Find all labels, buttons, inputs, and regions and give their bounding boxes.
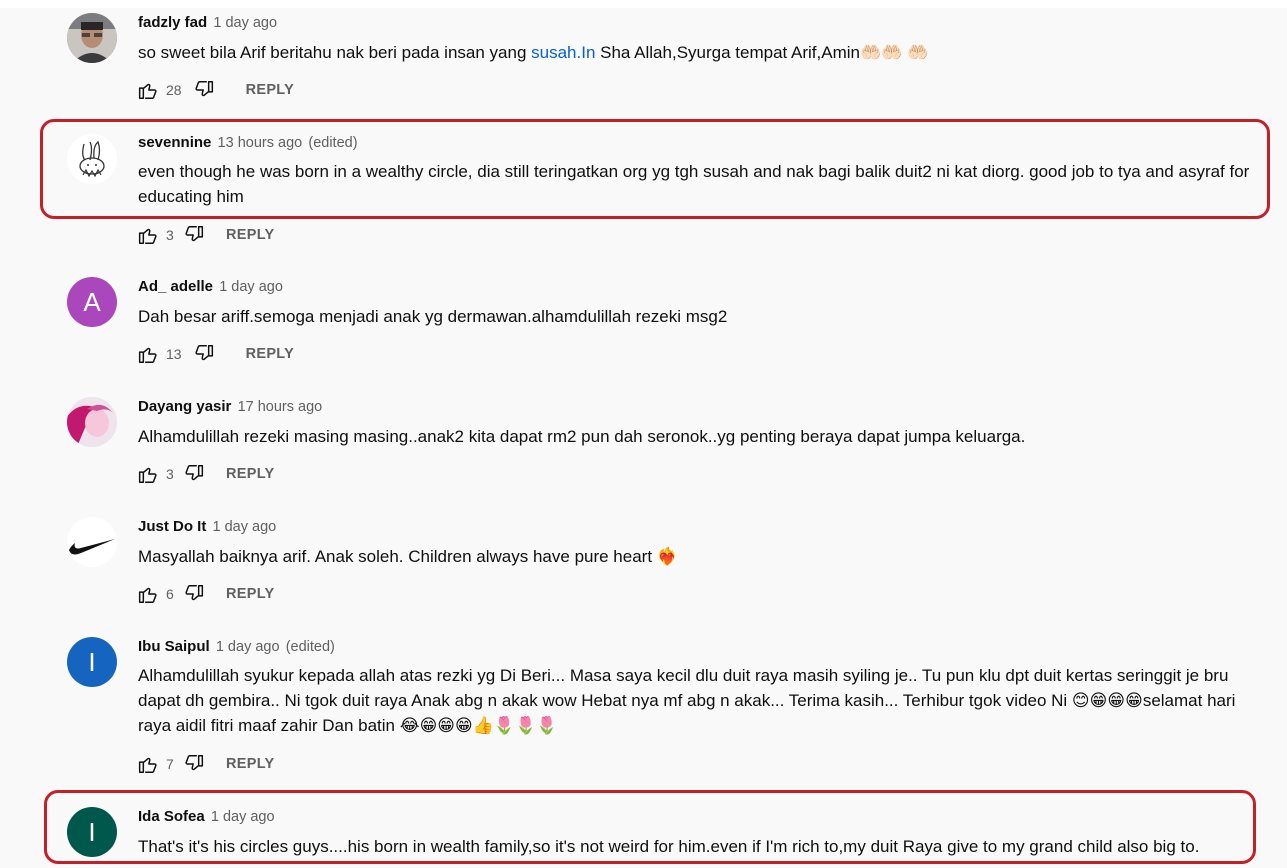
reply-button[interactable]: REPLY	[226, 756, 275, 772]
comment-time[interactable]: 1 day ago	[213, 519, 277, 535]
thumbs-up-icon[interactable]	[136, 753, 158, 775]
avatar[interactable]: A	[67, 277, 117, 327]
comment-text: even though he was born in a wealthy cir…	[138, 162, 1250, 206]
comment-actions: 3 REPLY	[136, 223, 275, 247]
comment-header: fadzly fad 1 day ago	[138, 13, 277, 33]
author-name[interactable]: Ida Sofea	[138, 808, 205, 825]
comment-header: Ibu Saipul 1 day ago (edited)	[138, 637, 335, 657]
like-count: 3	[166, 466, 174, 482]
comment-text: That's it's his circles guys....his born…	[138, 837, 1200, 856]
reply-button[interactable]: REPLY	[226, 227, 275, 243]
comment-header: sevennine 13 hours ago (edited)	[138, 133, 358, 153]
comment-text: so sweet bila Arif beritahu nak beri pad…	[138, 40, 1258, 65]
author-name[interactable]: fadzly fad	[138, 14, 207, 31]
like-count: 28	[166, 82, 182, 98]
pink-photo-icon	[67, 397, 117, 447]
edited-label: (edited)	[308, 135, 358, 151]
thumbs-up-icon[interactable]	[136, 463, 158, 485]
author-name[interactable]: Just Do It	[138, 518, 206, 535]
thumbs-down-icon[interactable]	[184, 753, 206, 775]
avatar[interactable]	[67, 13, 117, 63]
comment-time[interactable]: 17 hours ago	[238, 399, 323, 415]
comment-text: Dah besar ariff.semoga menjadi anak yg d…	[138, 307, 728, 326]
thumbs-down-icon[interactable]	[194, 79, 216, 101]
comment-actions: 7 REPLY	[136, 752, 275, 776]
avatar[interactable]	[67, 517, 117, 567]
comment-time[interactable]: 1 day ago	[219, 279, 283, 295]
comment-time[interactable]: 13 hours ago	[218, 135, 303, 151]
edited-label: (edited)	[285, 639, 335, 655]
reply-button[interactable]: REPLY	[246, 346, 295, 362]
reply-button[interactable]: REPLY	[226, 586, 275, 602]
comment-text: Alhamdulillah syukur kepada allah atas r…	[138, 666, 1236, 735]
user-photo-icon	[67, 13, 117, 63]
thumbs-down-icon[interactable]	[184, 463, 206, 485]
reply-button[interactable]: REPLY	[246, 82, 295, 98]
comment-header: Dayang yasir 17 hours ago	[138, 397, 322, 417]
thumbs-up-icon[interactable]	[136, 224, 158, 246]
comment-text: Alhamdulillah rezeki masing masing..anak…	[138, 427, 1026, 446]
avatar[interactable]: I	[67, 807, 117, 857]
comment-actions: 13 REPLY	[136, 342, 294, 366]
thumbs-down-icon[interactable]	[194, 343, 216, 365]
comment-time[interactable]: 1 day ago	[216, 639, 280, 655]
thumbs-up-icon[interactable]	[136, 343, 158, 365]
author-name[interactable]: Ibu Saipul	[138, 638, 210, 655]
comment-actions: 6 REPLY	[136, 582, 275, 606]
thumbs-up-icon[interactable]	[136, 79, 158, 101]
comment-text-part: so sweet bila Arif beritahu nak beri pad…	[138, 43, 532, 62]
top-bar	[0, 0, 1287, 8]
avatar[interactable]	[67, 397, 117, 447]
avatar[interactable]: I	[67, 637, 117, 687]
like-count: 7	[166, 756, 174, 772]
comment-link[interactable]: susah.In	[531, 43, 595, 62]
thumbs-down-icon[interactable]	[184, 224, 206, 246]
thumbs-down-icon[interactable]	[184, 583, 206, 605]
bunny-drawing-icon	[67, 134, 117, 184]
author-name[interactable]: sevennine	[138, 134, 211, 151]
author-name[interactable]: Ad_ adelle	[138, 278, 213, 295]
comment-header: Just Do It 1 day ago	[138, 517, 276, 537]
like-count: 13	[166, 346, 182, 362]
comment-header: Ida Sofea 1 day ago	[138, 807, 275, 827]
comment-time[interactable]: 1 day ago	[211, 809, 275, 825]
like-count: 6	[166, 586, 174, 602]
comment-time[interactable]: 1 day ago	[213, 15, 277, 31]
comment-actions: 3 REPLY	[136, 462, 275, 486]
thumbs-up-icon[interactable]	[136, 583, 158, 605]
swoosh-logo-icon	[67, 517, 117, 567]
comment-header: Ad_ adelle 1 day ago	[138, 277, 283, 297]
comment-text: Masyallah baiknya arif. Anak soleh. Chil…	[138, 547, 678, 566]
avatar[interactable]	[67, 134, 117, 184]
reply-button[interactable]: REPLY	[226, 466, 275, 482]
author-name[interactable]: Dayang yasir	[138, 398, 231, 415]
comment-text-part: Sha Allah,Syurga tempat Arif,Amin🤲🏻🤲🏻 🤲🏻	[595, 43, 929, 62]
comment-actions: 28 REPLY	[136, 78, 294, 102]
like-count: 3	[166, 227, 174, 243]
